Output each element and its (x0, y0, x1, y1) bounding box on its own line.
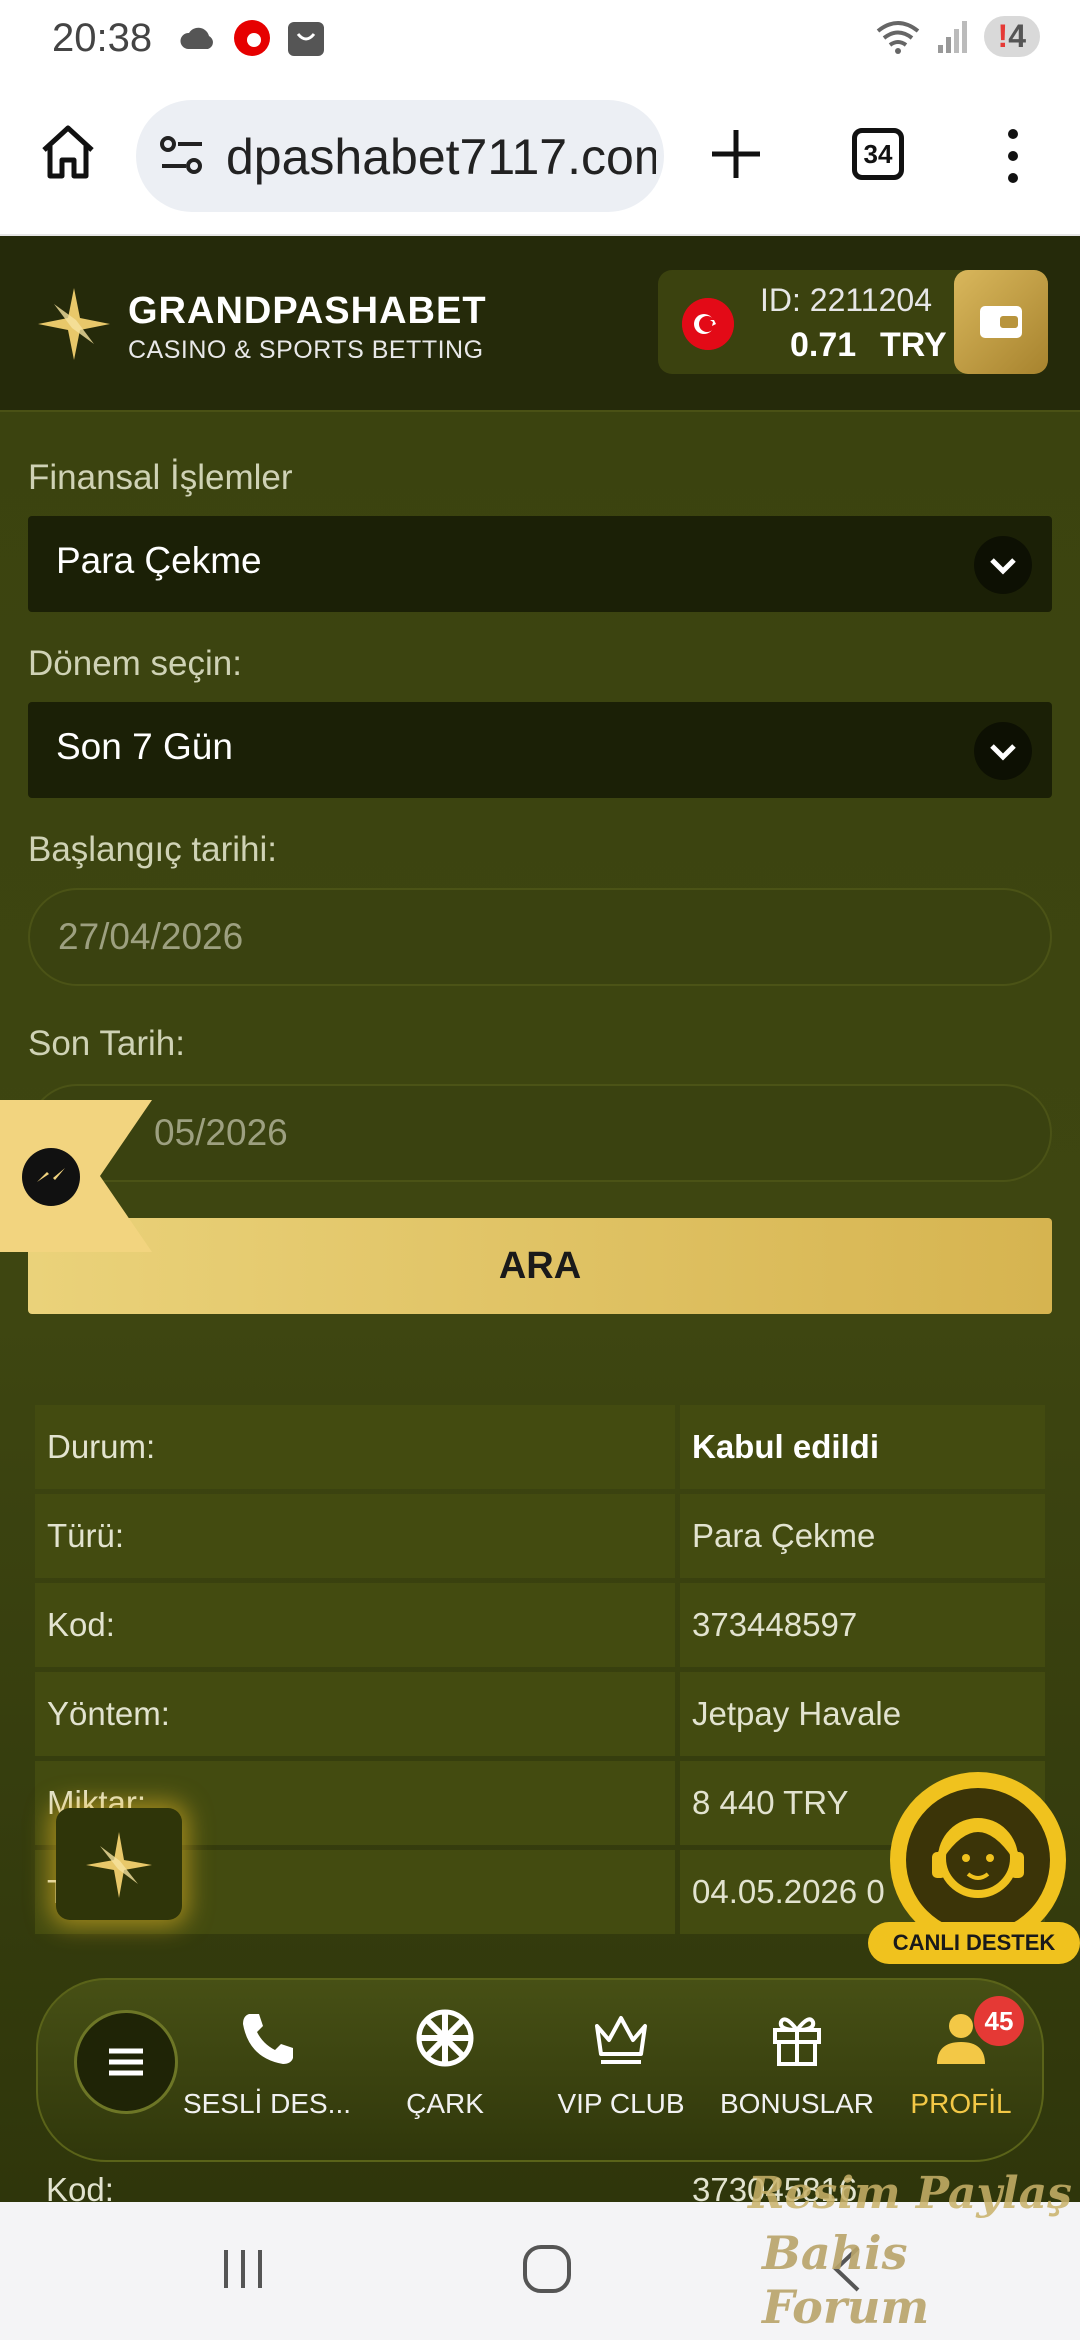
start-date-label: Başlangıç tarihi: (28, 830, 278, 869)
more-menu-icon[interactable] (1000, 126, 1026, 186)
chevron-down-icon (974, 536, 1032, 594)
wallet-button[interactable] (954, 270, 1048, 374)
financial-select-value: Para Çekme (56, 540, 262, 581)
crown-icon (595, 2016, 647, 2064)
brand-name[interactable]: GRANDPASHABET (128, 290, 487, 333)
row-label: Yöntem: (35, 1672, 675, 1756)
notification-badge: !4 (983, 16, 1040, 57)
status-icons-right: !4 (874, 16, 1040, 57)
address-bar[interactable]: dpashabet7117.com (136, 100, 664, 212)
end-date-input[interactable]: 05/2026 (28, 1084, 1052, 1182)
browser-toolbar: dpashabet7117.com 34 (0, 80, 1080, 236)
nav-vip-club[interactable]: VIP CLUB (536, 2006, 706, 2146)
start-date-value: 27/04/2026 (58, 916, 244, 957)
url-text[interactable]: dpashabet7117.com (226, 128, 656, 186)
nav-wheel[interactable]: ÇARK (360, 2006, 530, 2146)
row-value: Kabul edildi (680, 1405, 1045, 1489)
recent-apps-icon[interactable] (218, 2244, 268, 2294)
wifi-icon (876, 20, 919, 54)
nav-voice-support[interactable]: SESLİ DES... (182, 2006, 352, 2146)
new-tab-icon[interactable] (706, 124, 766, 184)
account-currency: TRY (880, 326, 947, 364)
shop-bag-icon (288, 22, 324, 56)
start-date-input[interactable]: 27/04/2026 (28, 888, 1052, 986)
search-button[interactable]: ARA (28, 1218, 1052, 1314)
tab-switcher-button[interactable]: 34 (852, 128, 904, 180)
watermark-line1: Resim Paylaş (748, 2168, 1072, 2219)
gift-icon (773, 2017, 821, 2066)
nav-profile[interactable]: PROFİL 45 (876, 1996, 1046, 2146)
financial-select[interactable]: Para Çekme (28, 516, 1052, 612)
nav-label: SESLİ DES... (182, 2088, 352, 2119)
site-header: GRANDPASHABET CASINO & SPORTS BETTING ID… (0, 236, 1080, 412)
nav-label: BONUSLAR (719, 2088, 875, 2119)
status-bar: 20:38 !4 (0, 0, 1080, 80)
bottom-navigation: SESLİ DES... ÇARK VIP CLUB BONUSLAR PROF… (36, 1978, 1044, 2162)
live-support-label: CANLI DESTEK (868, 1922, 1080, 1964)
end-date-label: Son Tarih: (28, 1024, 185, 1063)
row-label: Durum: (35, 1405, 675, 1489)
account-balance: 0.71 (790, 326, 857, 364)
account-summary[interactable]: ID: 2211204 0.71 TRY (658, 270, 1048, 374)
signal-icon (937, 20, 967, 53)
wheel-icon (416, 2009, 474, 2067)
end-date-value: 05/2026 (154, 1112, 288, 1153)
period-select-value: Son 7 Gün (56, 726, 233, 767)
table-row: Durum: Kabul edildi (35, 1405, 1045, 1489)
home-system-icon[interactable] (520, 2242, 574, 2296)
financial-label: Finansal İşlemler (28, 458, 293, 497)
table-row: Kod: 373448597 (35, 1583, 1045, 1667)
table-row: Yöntem: Jetpay Havale (35, 1672, 1045, 1756)
period-label: Dönem seçin: (28, 644, 242, 683)
nav-label: ÇARK (406, 2088, 484, 2119)
nav-bonuses[interactable]: BONUSLAR (712, 2006, 882, 2146)
nav-label: PROFİL (910, 2088, 1012, 2119)
hamburger-icon (109, 2048, 143, 2076)
row-value: Para Çekme (680, 1494, 1045, 1578)
row-label: Türü: (35, 1494, 675, 1578)
row-value: 373448597 (680, 1583, 1045, 1667)
messenger-icon (22, 1148, 80, 1206)
account-id: ID: 2211204 (760, 282, 932, 318)
wallet-icon (980, 306, 1022, 338)
period-select[interactable]: Son 7 Gün (28, 702, 1052, 798)
floating-logo-button[interactable] (56, 1808, 182, 1920)
brand-tagline: CASINO & SPORTS BETTING (128, 336, 484, 364)
status-icons-left (178, 18, 326, 58)
logo-star-icon (86, 1832, 152, 1898)
live-support-button[interactable]: CANLI DESTEK (868, 1772, 1080, 1980)
cloud-icon (180, 27, 213, 49)
logo-star-icon[interactable] (36, 286, 112, 362)
menu-button[interactable] (74, 2010, 178, 2114)
watermark-line2: Bahis Forum (762, 2226, 930, 2334)
home-icon[interactable] (36, 120, 100, 184)
table-row: Türü: Para Çekme (35, 1494, 1045, 1578)
status-time: 20:38 (52, 16, 153, 60)
row-label: Kod: (35, 1583, 675, 1667)
phone-icon (243, 2014, 293, 2064)
site-settings-icon[interactable] (158, 134, 206, 178)
turkey-flag-icon (682, 298, 734, 350)
row-value: Jetpay Havale (680, 1672, 1045, 1756)
chevron-down-icon (974, 722, 1032, 780)
vodafone-icon (234, 20, 270, 56)
nav-label: VIP CLUB (557, 2088, 685, 2119)
profile-badge: 45 (974, 1996, 1024, 2046)
